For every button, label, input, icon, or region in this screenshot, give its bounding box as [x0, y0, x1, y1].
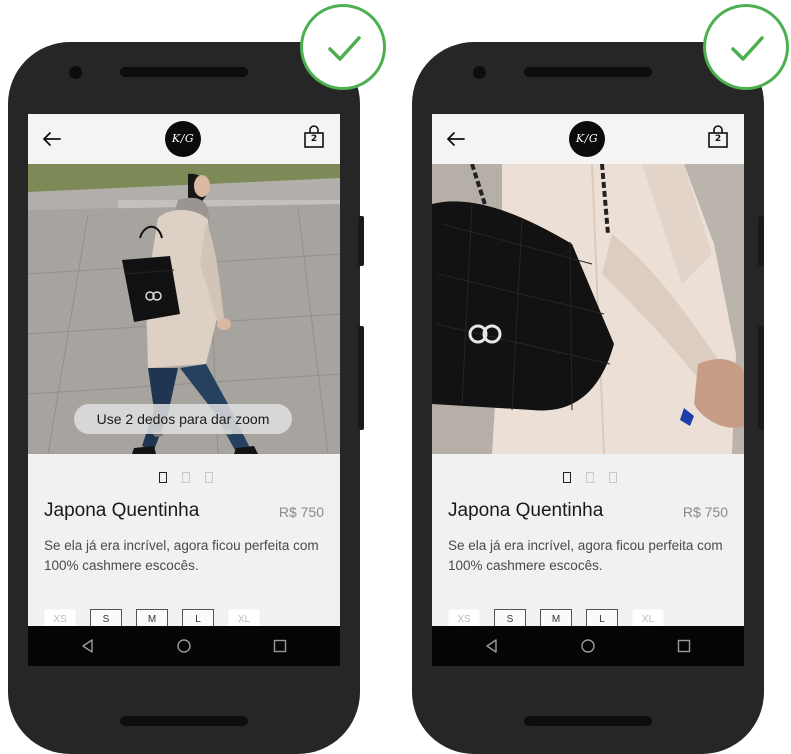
nav-home-icon[interactable]: [176, 638, 192, 654]
checkmark-icon: [731, 36, 764, 61]
earpiece-speaker: [120, 67, 248, 77]
bottom-speaker: [524, 716, 652, 726]
product-photo-zoomed[interactable]: [432, 164, 744, 454]
pager-dot-2[interactable]: [586, 472, 594, 483]
power-button: [758, 216, 764, 266]
volume-button: [758, 326, 764, 430]
back-arrow-icon[interactable]: [446, 130, 466, 148]
product-price: R$ 750: [278, 504, 324, 520]
app-screen: K/G 2: [28, 114, 340, 666]
pager-dot-2[interactable]: [182, 472, 190, 483]
approved-badge-left: [300, 4, 386, 90]
phone-left: K/G 2 Use 2 dedos para dar zoom Japona Q…: [8, 42, 364, 754]
nav-back-icon[interactable]: [484, 638, 500, 654]
pager-dot-3[interactable]: [609, 472, 617, 483]
pager-dot-3[interactable]: [205, 472, 213, 483]
top-bar: K/G 2: [432, 114, 744, 164]
brand-logo-text: K/G: [171, 132, 195, 145]
bag-count: 2: [310, 134, 318, 144]
nav-home-icon[interactable]: [580, 638, 596, 654]
volume-button: [358, 326, 364, 430]
phone-right: K/G 2 Japona Quentinha R$ 750 Se ela já …: [412, 42, 764, 754]
image-pager: [563, 472, 623, 486]
image-pager: [159, 472, 219, 486]
nav-recents-icon[interactable]: [676, 638, 692, 654]
product-name: Japona Quentinha: [448, 500, 604, 521]
zoom-hint-toast: Use 2 dedos para dar zoom: [74, 404, 292, 434]
bag-count: 2: [714, 134, 722, 144]
back-arrow-icon[interactable]: [42, 130, 62, 148]
brand-logo[interactable]: K/G: [569, 121, 605, 157]
product-name: Japona Quentinha: [44, 500, 200, 521]
nav-back-icon[interactable]: [80, 638, 96, 654]
front-camera: [473, 66, 486, 79]
top-bar: K/G 2: [28, 114, 340, 164]
android-nav-bar: [432, 626, 744, 666]
pager-dot-1[interactable]: [563, 472, 571, 483]
bottom-speaker: [120, 716, 248, 726]
power-button: [358, 216, 364, 266]
app-screen: K/G 2: [432, 114, 744, 666]
front-camera: [69, 66, 82, 79]
nav-recents-icon[interactable]: [272, 638, 288, 654]
brand-logo-text: K/G: [575, 132, 599, 145]
checkmark-icon: [328, 36, 361, 61]
pager-dot-1[interactable]: [159, 472, 167, 483]
product-description: Se ela já era incrível, agora ficou perf…: [448, 538, 723, 573]
brand-logo[interactable]: K/G: [165, 121, 201, 157]
android-nav-bar: [28, 626, 340, 666]
approved-badge-right: [703, 4, 789, 90]
product-description: Se ela já era incrível, agora ficou perf…: [44, 538, 319, 573]
product-price: R$ 750: [682, 504, 728, 520]
earpiece-speaker: [524, 67, 652, 77]
